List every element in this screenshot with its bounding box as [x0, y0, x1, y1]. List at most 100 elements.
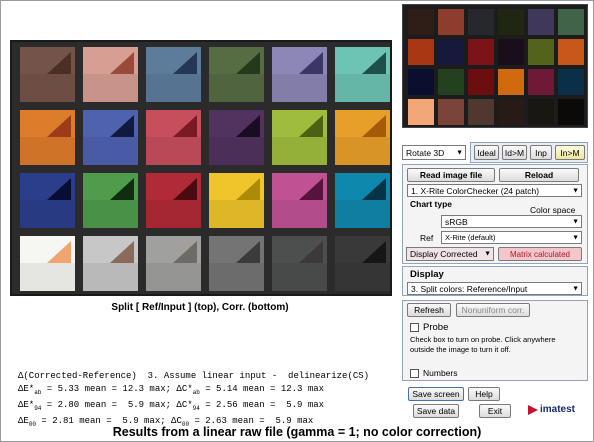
input-triangle: [47, 115, 71, 137]
stats-de-94-value: = 2.80 mean = 5.9 max; ΔC*: [41, 399, 193, 410]
nonuniform-correction-button[interactable]: Nonuniform corr.: [456, 303, 530, 317]
mini-patch: [408, 39, 434, 65]
color-patch: [146, 110, 201, 165]
input-triangle: [299, 178, 323, 200]
corrected-half: [20, 263, 75, 291]
probe-help-text: Check box to turn on probe. Click anywhe…: [410, 335, 556, 354]
mini-patch: [528, 69, 554, 95]
view-ideal-button[interactable]: Ideal: [474, 145, 499, 160]
color-patch: [20, 110, 75, 165]
input-triangle: [362, 178, 386, 200]
view-input-button[interactable]: Inp: [530, 145, 552, 160]
color-patch: [209, 173, 264, 228]
mini-patch: [438, 99, 464, 125]
corrected-half: [146, 200, 201, 228]
input-triangle: [299, 241, 323, 263]
figure-caption: Results from a linear raw file (gamma = …: [112, 425, 482, 439]
refresh-button[interactable]: Refresh: [407, 303, 451, 317]
mini-patch: [558, 69, 584, 95]
chevron-down-icon: ▼: [572, 187, 579, 194]
color-patch: [20, 173, 75, 228]
mini-patch: [408, 99, 434, 125]
mini-patch: [558, 39, 584, 65]
color-patch: [146, 173, 201, 228]
exit-button[interactable]: Exit: [479, 404, 511, 418]
mini-patch: [498, 39, 524, 65]
mini-patch: [468, 69, 494, 95]
input-triangle: [236, 178, 260, 200]
color-patch: [83, 47, 138, 102]
corrected-half: [209, 200, 264, 228]
color-space-value: sRGB: [445, 216, 468, 227]
chevron-down-icon: ▼: [572, 285, 579, 292]
color-patch: [20, 236, 75, 291]
corrected-half: [272, 74, 327, 102]
chart-select-value: 1. X-Rite ColorChecker (24 patch): [411, 185, 540, 196]
mini-patch: [528, 9, 554, 35]
chevron-down-icon: ▼: [572, 234, 579, 241]
color-patch: [272, 173, 327, 228]
input-triangle: [47, 52, 71, 74]
stats-sub: 94: [192, 404, 200, 412]
input-triangle: [47, 241, 71, 263]
view-ideal-to-matrix-button[interactable]: Id>M: [502, 145, 527, 160]
numbers-label: Numbers: [423, 368, 458, 378]
split-caption: Split [ Ref/Input ] (top), Corr. (bottom…: [111, 302, 289, 313]
view-input-to-matrix-button[interactable]: In>M: [555, 145, 585, 160]
input-triangle: [236, 241, 260, 263]
mini-patch: [468, 9, 494, 35]
corrected-half: [209, 137, 264, 165]
display-corrected-select[interactable]: Display Corrected ▼: [406, 247, 494, 261]
color-patch: [272, 47, 327, 102]
corrected-half: [20, 137, 75, 165]
input-triangle: [110, 115, 134, 137]
color-patch: [146, 47, 201, 102]
stats-dc-ab-value: = 5.14 mean = 12.3 max: [199, 383, 325, 394]
corrected-half: [335, 200, 390, 228]
save-data-button[interactable]: Save data: [413, 404, 459, 418]
read-image-file-button[interactable]: Read image file: [407, 168, 495, 182]
chart-select[interactable]: 1. X-Rite ColorChecker (24 patch) ▼: [407, 184, 582, 197]
display-corrected-value: Display Corrected: [410, 249, 478, 259]
color-space-select[interactable]: sRGB ▼: [441, 215, 582, 228]
input-triangle: [110, 178, 134, 200]
color-patch: [209, 236, 264, 291]
corrected-half: [83, 200, 138, 228]
help-button[interactable]: Help: [468, 387, 500, 401]
imatest-logo: imatest: [528, 404, 575, 415]
mini-patch: [468, 39, 494, 65]
input-triangle: [299, 115, 323, 137]
mini-patch: [498, 69, 524, 95]
reload-button[interactable]: Reload: [499, 168, 579, 182]
chevron-down-icon: ▼: [484, 250, 491, 258]
display-title: Display: [410, 269, 444, 280]
save-screen-button[interactable]: Save screen: [408, 387, 464, 401]
input-triangle: [110, 241, 134, 263]
numbers-checkbox[interactable]: [410, 369, 419, 378]
color-patch: [335, 110, 390, 165]
color-patch: [83, 173, 138, 228]
mini-patch: [438, 69, 464, 95]
color-patch: [20, 47, 75, 102]
stats-de-94-label: ΔE*: [18, 399, 35, 410]
input-patch-preview: [402, 4, 588, 128]
color-patch: [209, 47, 264, 102]
reference-select[interactable]: X-Rite (default) ▼: [441, 231, 582, 244]
corrected-half: [272, 137, 327, 165]
mini-patch: [408, 9, 434, 35]
reference-value: X-Rite (default): [445, 233, 496, 242]
stats-dc-94-value: = 2.56 mean = 5.9 max: [199, 399, 325, 410]
corrected-half: [83, 263, 138, 291]
rotate-3d-label: Rotate 3D: [406, 147, 445, 158]
delta-e-statistics: Δ(Corrected-Reference) 3. Assume linear …: [18, 370, 369, 431]
rotate-3d-select[interactable]: Rotate 3D ▼: [402, 145, 466, 160]
corrected-half: [83, 74, 138, 102]
stats-de-ab-label: ΔE*: [18, 383, 35, 394]
color-patch: [335, 173, 390, 228]
stats-header: Δ(Corrected-Reference) 3. Assume linear …: [18, 371, 370, 381]
color-space-label: Color space: [530, 205, 576, 215]
display-mode-select[interactable]: 3. Split colors: Reference/Input ▼: [407, 282, 582, 295]
matrix-calculated-button[interactable]: Matrix calculated: [498, 247, 582, 261]
probe-checkbox[interactable]: [410, 323, 419, 332]
color-patch: [335, 47, 390, 102]
